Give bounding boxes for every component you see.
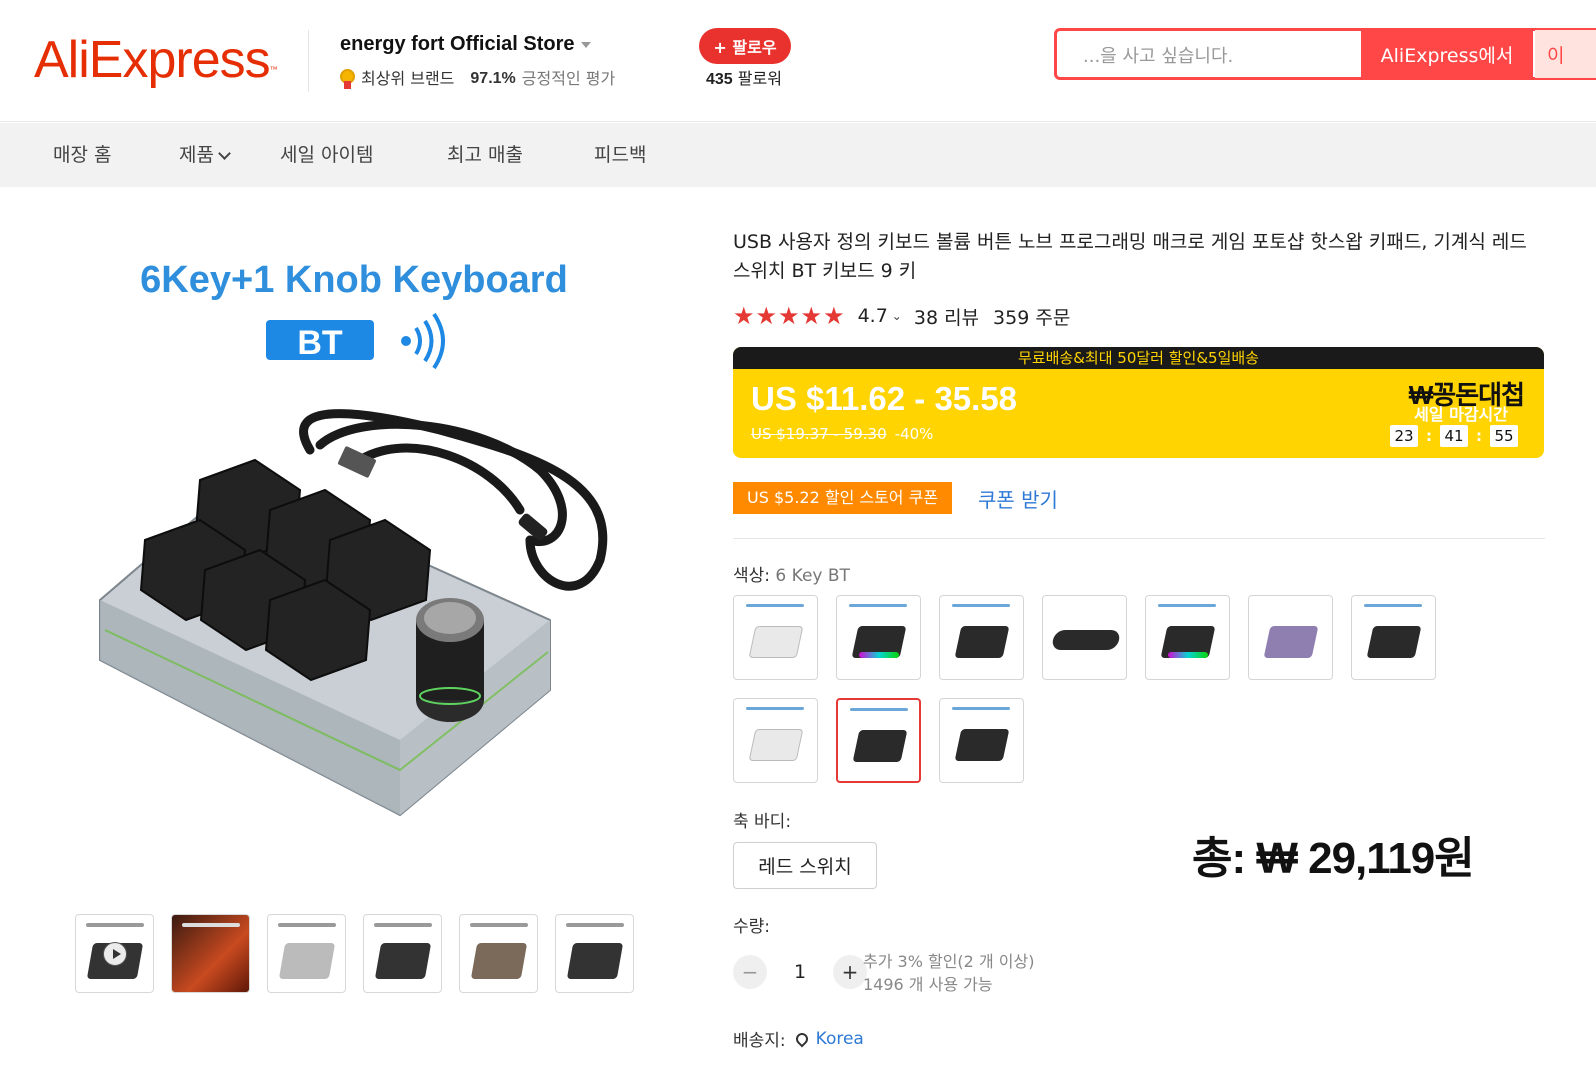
thumbnail[interactable] <box>363 914 442 993</box>
search-bar: ...을 사고 싶습니다. AliExpress에서 이 <box>1054 28 1596 80</box>
chevron-down-icon <box>218 147 231 160</box>
store-name-text: energy fort Official Store <box>340 33 575 55</box>
caret-down-icon[interactable] <box>580 41 591 48</box>
discount-badge: -40% <box>894 425 934 443</box>
swatch-option-selected[interactable] <box>836 698 921 783</box>
promo-banner: 무료배송&최대 50달러 할인&5일배송 US $11.62 - 35.58 U… <box>733 347 1544 458</box>
store-name[interactable]: energy fort Official Store <box>340 32 591 56</box>
quantity-plus-button[interactable]: + <box>833 955 867 989</box>
swatch-option[interactable] <box>733 595 818 680</box>
timer-seconds: 55 <box>1490 425 1518 447</box>
followers-count: 435 팔로워 <box>706 68 782 91</box>
search-store-button[interactable]: 이 <box>1535 30 1596 78</box>
positive-pct: 97.1% <box>470 70 516 87</box>
thumbnail[interactable] <box>459 914 538 993</box>
countdown-timer: 23: 41: 55 <box>1390 425 1518 447</box>
chevron-down-icon[interactable]: ⌄ <box>892 309 902 323</box>
top-bar: AliExpress™ energy fort Official Store 최… <box>0 0 1596 122</box>
ship-destination[interactable]: Korea <box>816 1029 864 1049</box>
aliexpress-logo[interactable]: AliExpress™ <box>34 30 278 90</box>
timer-hours: 23 <box>1390 425 1418 447</box>
timer-minutes: 41 <box>1440 425 1468 447</box>
sale-end-label: 세일 마감시간 <box>1414 405 1508 424</box>
coupon-text: US $5.22 할인 스토어 쿠폰 <box>747 488 939 507</box>
swatch-option[interactable] <box>1145 595 1230 680</box>
follow-button[interactable]: + 팔로우 <box>699 28 791 64</box>
color-label-text: 색상: <box>733 566 771 586</box>
ship-to: 배송지: Korea <box>733 1026 864 1052</box>
store-badge: 최상위 브랜드 <box>361 69 455 88</box>
quantity-stepper: − 1 + <box>733 955 867 989</box>
star-rating-icon: ★★★★★ <box>733 302 846 330</box>
axis-option-button[interactable]: 레드 스위치 <box>733 842 877 889</box>
search-input[interactable]: ...을 사고 싶습니다. <box>1083 42 1233 68</box>
sale-price: US $11.62 - 35.58 <box>751 380 1018 417</box>
store-nav: 매장 홈 제품 세일 아이템 최고 매출 피드백 <box>0 123 1596 187</box>
rating-row: ★★★★★ 4.7 ⌄ 38 리뷰 359 주문 <box>733 302 1070 330</box>
followers-number: 435 <box>706 71 733 88</box>
logo-text: AliExpress <box>34 31 271 89</box>
product-gallery: 6Key+1 Knob Keyboard BT <box>60 220 660 900</box>
swatch-option[interactable] <box>1042 595 1127 680</box>
nav-sale-items[interactable]: 세일 아이템 <box>280 142 373 168</box>
total-price: 총: ₩ 29,119원 <box>1192 834 1475 883</box>
medal-icon <box>340 69 355 89</box>
swatch-option[interactable] <box>733 698 818 783</box>
bt-badge: BT <box>297 324 343 362</box>
nav-store-home[interactable]: 매장 홈 <box>53 142 111 168</box>
product-title: USB 사용자 정의 키보드 볼륨 버튼 노브 프로그래밍 매크로 게임 포토샵… <box>733 231 1527 282</box>
store-coupon: US $5.22 할인 스토어 쿠폰 <box>729 482 957 514</box>
location-pin-icon <box>793 1030 811 1047</box>
color-label: 색상: 6 Key BT <box>733 561 850 586</box>
thumbnail[interactable] <box>171 914 250 993</box>
ship-label: 배송지: <box>733 1031 786 1051</box>
rating-value: 4.7 <box>857 305 888 327</box>
quantity-note: 추가 3% 할인(2 개 이상) 1496 개 사용 가능 <box>863 950 1034 996</box>
swatch-option[interactable] <box>939 698 1024 783</box>
wireless-icon <box>401 312 445 370</box>
swatch-option[interactable] <box>1351 595 1436 680</box>
followers-label: 팔로워 <box>737 69 782 88</box>
original-price: US $19.37 - 59.30 <box>751 425 887 443</box>
search-aliexpress-button[interactable]: AliExpress에서 <box>1361 30 1533 78</box>
stock-available: 1496 개 사용 가능 <box>863 975 993 994</box>
nav-feedback[interactable]: 피드백 <box>594 142 646 168</box>
positive-label: 긍정적인 평가 <box>521 69 616 88</box>
reviews-link[interactable]: 38 리뷰 <box>914 303 979 330</box>
divider <box>733 538 1545 539</box>
thumbnail[interactable] <box>555 914 634 993</box>
orders-count: 359 주문 <box>993 306 1071 329</box>
nav-products-label: 제품 <box>179 144 214 166</box>
store-meta: 최상위 브랜드 97.1% 긍정적인 평가 <box>340 68 615 90</box>
play-icon[interactable] <box>103 942 127 966</box>
promo-strip: 무료배송&최대 50달러 할인&5일배송 <box>733 347 1544 369</box>
swatch-option[interactable] <box>836 595 921 680</box>
thumbnail-strip <box>75 914 634 993</box>
color-value: 6 Key BT <box>775 566 850 586</box>
quantity-minus-button[interactable]: − <box>733 955 767 989</box>
swatch-option[interactable] <box>1248 595 1333 680</box>
logo-tm: ™ <box>269 65 278 74</box>
thumbnail-video[interactable] <box>75 914 154 993</box>
divider <box>308 30 309 92</box>
quantity-input[interactable]: 1 <box>767 961 833 983</box>
bulk-discount-note: 추가 3% 할인(2 개 이상) <box>863 952 1035 971</box>
axis-label: 축 바디: <box>733 812 792 832</box>
knob <box>416 598 484 722</box>
nav-top-selling[interactable]: 최고 매출 <box>447 142 523 168</box>
quantity-label: 수량: <box>733 917 771 937</box>
main-product-image[interactable]: 6Key+1 Knob Keyboard BT <box>60 220 660 880</box>
image-headline: 6Key+1 Knob Keyboard <box>140 259 568 301</box>
nav-products[interactable]: 제품 <box>179 142 231 168</box>
swatch-option[interactable] <box>939 595 1024 680</box>
thumbnail[interactable] <box>267 914 346 993</box>
original-price-row: US $19.37 - 59.30 -40% <box>751 425 933 443</box>
get-coupon-link[interactable]: 쿠폰 받기 <box>978 484 1058 513</box>
